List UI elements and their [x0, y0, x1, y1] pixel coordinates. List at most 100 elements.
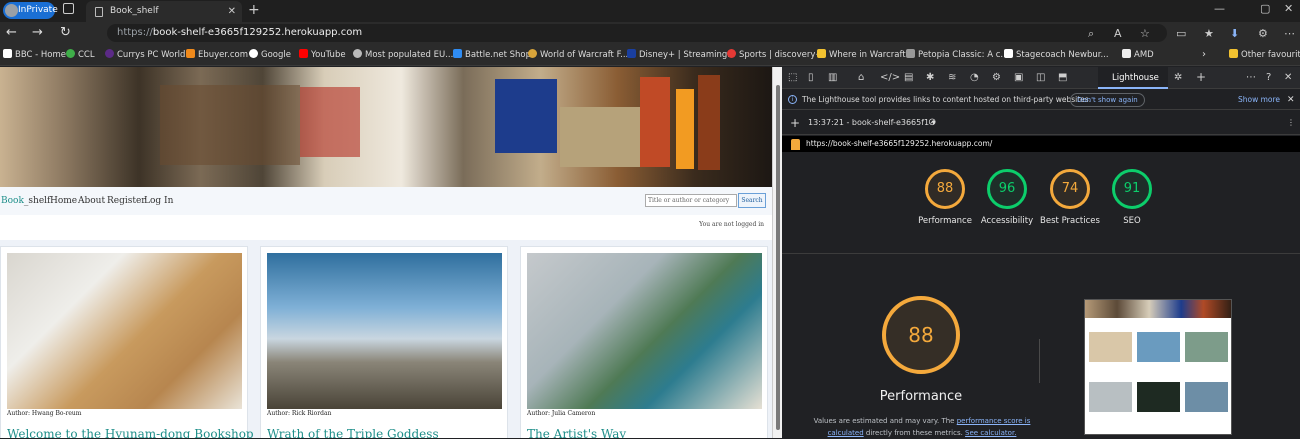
favorites-icon[interactable]: ★ — [1204, 27, 1214, 40]
web-page: Book_shelf Home About Register Log In Ti… — [0, 67, 772, 438]
other-favourites[interactable]: Other favourites — [1229, 49, 1300, 61]
dont-show-again-button[interactable]: Don't show again — [1070, 93, 1145, 107]
close-window-icon[interactable]: ✕ — [1284, 2, 1293, 15]
bookmark-disney[interactable]: Disney+ | Streaming... — [627, 49, 735, 61]
report-dropdown[interactable]: 13:37:21 - book-shelf-e3665f1 ▾ — [808, 111, 936, 135]
console-icon[interactable]: ▤ — [904, 72, 913, 83]
bookmark-icon — [3, 49, 12, 58]
clear-icon[interactable]: ⊘ — [928, 111, 936, 135]
bookmark-ccl[interactable]: CCL — [66, 49, 95, 61]
close-tab-icon[interactable]: ✕ — [228, 1, 236, 22]
score-gauge-best-practices[interactable]: 74 — [1050, 169, 1090, 209]
extensions-icon[interactable]: ⚙ — [1258, 27, 1268, 40]
minimize-icon[interactable]: — — [1214, 2, 1225, 15]
bookmark-where-in-warcraft[interactable]: Where in Warcraft? — [817, 49, 910, 61]
application-icon[interactable]: ◫ — [1036, 72, 1045, 83]
bookmark-currys[interactable]: Currys PC World — [105, 49, 185, 61]
inprivate-label: InPrivate — [18, 5, 58, 15]
tab-strip: InPrivate Book_shelf ✕ + — ▢ ✕ — [0, 0, 1300, 22]
bookmark-icon — [105, 49, 114, 58]
see-calculator-link[interactable]: See calculator. — [965, 429, 1016, 437]
more-bookmarks-icon[interactable]: › — [1202, 49, 1206, 61]
book-title[interactable]: Wrath of the Triple Goddess — [267, 427, 439, 438]
bookmark-icon — [727, 49, 736, 58]
bookmark-google[interactable]: Google — [249, 49, 291, 61]
network-icon[interactable]: ≋ — [948, 72, 956, 83]
zoom-icon[interactable]: ⌕ — [1088, 27, 1094, 41]
forward-button[interactable]: → — [32, 25, 43, 41]
device-toolbar-icon[interactable]: ▯ — [808, 72, 814, 83]
bookmark-icon — [627, 49, 636, 58]
downloads-icon[interactable]: ⬇ — [1230, 27, 1239, 40]
sidebar-icon[interactable]: ▥ — [828, 72, 837, 83]
nav-register[interactable]: Register — [107, 196, 146, 206]
page-icon — [95, 7, 103, 17]
nav-about[interactable]: About — [78, 196, 105, 206]
book-title[interactable]: The Artist's Way — [527, 427, 626, 438]
book-title[interactable]: Welcome to the Hyunam-dong Bookshop — [7, 427, 254, 438]
bookmark-populated-eu[interactable]: Most populated EU... — [353, 49, 453, 61]
more-menu-icon[interactable]: ⋯ — [1246, 72, 1256, 83]
bookmark-battlenet[interactable]: Battle.net Shop — [453, 49, 531, 61]
tab-actions-icon[interactable] — [63, 3, 74, 14]
elements-icon[interactable]: </> — [880, 72, 900, 83]
more-tools-icon[interactable]: + — [1196, 70, 1206, 84]
score-gauge-seo[interactable]: 91 — [1112, 169, 1152, 209]
page-screenshot-thumbnail[interactable] — [1084, 299, 1232, 435]
nav-home[interactable]: Home — [50, 196, 77, 206]
divider — [782, 253, 1300, 254]
welcome-icon[interactable]: ⌂ — [858, 72, 864, 83]
read-aloud-icon[interactable]: A — [1114, 27, 1122, 40]
bookmark-discovery[interactable]: Sports | discovery+ — [727, 49, 822, 61]
book-card[interactable]: Author: Hwang Bo-reum Welcome to the Hyu… — [0, 246, 254, 438]
info-bar: i The Lighthouse tool provides links to … — [782, 90, 1300, 110]
address-bar[interactable]: https://book-shelf-e3665f129252.herokuap… — [107, 24, 1167, 42]
refresh-button[interactable]: ↻ — [60, 25, 71, 41]
browser-tab[interactable]: Book_shelf ✕ — [86, 1, 242, 22]
scrollbar-thumb[interactable] — [776, 85, 780, 430]
score-gauge-accessibility[interactable]: 96 — [987, 169, 1027, 209]
show-more-link[interactable]: Show more — [1238, 90, 1280, 110]
bug-icon[interactable]: ✲ — [1174, 72, 1182, 83]
bookmark-stagecoach[interactable]: Stagecoach Newbur... — [1004, 49, 1109, 61]
back-button[interactable]: ← — [6, 25, 17, 41]
new-report-icon[interactable]: + — [790, 111, 800, 135]
bookmark-ebuyer[interactable]: Ebuyer.com — [186, 49, 248, 61]
book-cover-image — [7, 253, 242, 409]
nav-login[interactable]: Log In — [144, 196, 173, 206]
settings-gear-icon[interactable]: ⚙ — [992, 72, 1001, 83]
memory-icon[interactable]: ▣ — [1014, 72, 1023, 83]
score-gauge-performance[interactable]: 88 — [925, 169, 965, 209]
close-info-icon[interactable]: ✕ — [1287, 90, 1295, 110]
bookmark-bbc[interactable]: BBC - Home — [3, 49, 66, 61]
new-tab-button[interactable]: + — [248, 0, 260, 20]
page-scrollbar[interactable] — [772, 67, 782, 438]
bookmark-petopia[interactable]: Petopia Classic: A c... — [906, 49, 1009, 61]
tab-lighthouse[interactable]: Lighthouse — [1098, 67, 1168, 89]
inspect-icon[interactable]: ⬚ — [788, 72, 797, 83]
vertical-divider — [1039, 339, 1040, 383]
search-input[interactable]: Title or author or category — [645, 194, 737, 207]
split-screen-icon[interactable]: ▭ — [1176, 27, 1186, 40]
favorite-star-icon[interactable]: ☆ — [1140, 27, 1150, 40]
lighthouse-icon — [791, 139, 800, 150]
book-card[interactable]: Author: Julia Cameron The Artist's Way — [520, 246, 768, 438]
restore-icon[interactable]: ▢ — [1260, 2, 1270, 15]
devtools-toolbar: ⬚ ▯ ▥ ⌂ </> ▤ ✱ ≋ ◔ ⚙ ▣ ◫ ⬒ Lighthouse ✲… — [782, 67, 1300, 89]
help-icon[interactable]: ? — [1266, 72, 1271, 83]
sources-icon[interactable]: ✱ — [926, 72, 934, 83]
bookmark-wow[interactable]: World of Warcraft F... — [528, 49, 628, 61]
security-icon[interactable]: ⬒ — [1058, 72, 1067, 83]
performance-icon[interactable]: ◔ — [970, 72, 979, 83]
bookmark-youtube[interactable]: YouTube — [299, 49, 346, 61]
book-card[interactable]: Author: Rick Riordan Wrath of the Triple… — [260, 246, 508, 438]
inprivate-badge[interactable]: InPrivate — [3, 2, 58, 19]
search-button[interactable]: Search — [738, 193, 766, 208]
bookmark-amd[interactable]: AMD — [1122, 49, 1154, 61]
book-cover-image — [267, 253, 502, 409]
menu-icon[interactable]: ⋯ — [1284, 27, 1295, 40]
close-devtools-icon[interactable]: ✕ — [1284, 72, 1292, 83]
report-menu-icon[interactable]: ⋮ — [1287, 111, 1295, 135]
folder-icon — [1229, 49, 1238, 58]
site-brand[interactable]: Book_shelf — [1, 196, 50, 206]
